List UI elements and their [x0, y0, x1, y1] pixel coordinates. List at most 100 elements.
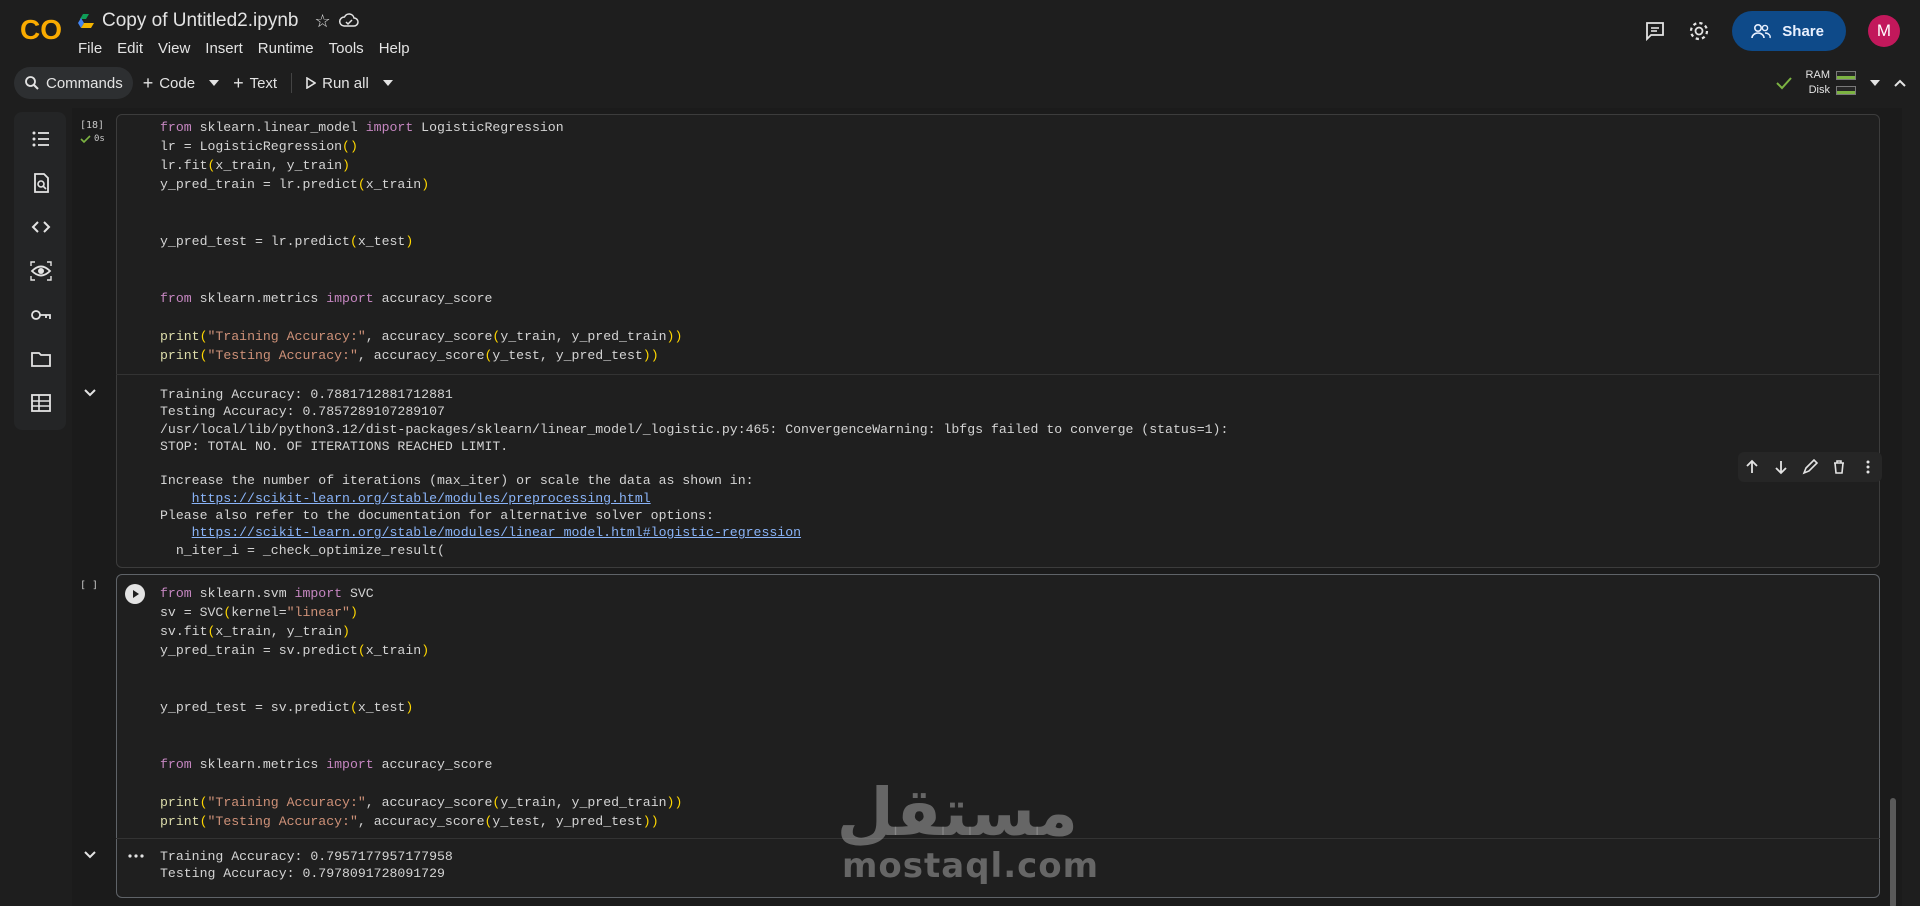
files-folder-icon[interactable]: [30, 348, 52, 370]
notebook-toolbar: Commands + Code + Text Run all RAM Disk: [14, 66, 1906, 100]
output-line: Please also refer to the documentation f…: [160, 508, 714, 524]
notebook-title-bar: Copy of Untitled2.ipynb ☆: [78, 10, 359, 32]
code-line: print("Testing Accuracy:", accuracy_scor…: [160, 814, 659, 829]
menu-edit[interactable]: Edit: [117, 40, 143, 57]
delete-trash-icon[interactable]: [1831, 459, 1847, 475]
share-button[interactable]: Share: [1732, 11, 1846, 51]
output-line: n_iter_i = _check_optimize_result(: [160, 542, 445, 558]
runtime-status: RAM Disk: [1775, 66, 1906, 100]
code-line: y_pred_train = sv.predict(x_train): [160, 643, 430, 658]
text-label: Text: [249, 74, 278, 92]
code-line: lr = LogisticRegression(): [160, 139, 358, 154]
more-vert-icon[interactable]: [1860, 459, 1876, 475]
header-actions: Share M: [1644, 11, 1900, 51]
runtime-dropdown-icon[interactable]: [1870, 80, 1880, 86]
notebook-scrollbar[interactable]: [1890, 798, 1896, 906]
code-line: sv.fit(x_train, y_train): [160, 624, 350, 639]
variables-eye-icon[interactable]: [30, 260, 52, 282]
run-all-label: Run all: [322, 74, 369, 92]
cell-1-output: Training Accuracy: 0.7881712881712881 Te…: [160, 386, 1228, 559]
star-icon[interactable]: ☆: [314, 11, 330, 32]
output-menu-dots-icon[interactable]: [128, 854, 144, 858]
code-dropdown-button[interactable]: [205, 67, 223, 99]
add-code-button[interactable]: + Code: [133, 67, 205, 99]
ram-label: RAM: [1805, 69, 1830, 81]
success-check-icon: [80, 134, 91, 143]
menu-bar: File Edit View Insert Runtime Tools Help: [78, 40, 410, 57]
secrets-key-icon[interactable]: [30, 304, 52, 326]
menu-insert[interactable]: Insert: [205, 40, 243, 57]
execution-count: [18]: [80, 120, 105, 131]
notebook-title[interactable]: Copy of Untitled2.ipynb: [102, 10, 298, 32]
menu-tools[interactable]: Tools: [329, 40, 364, 57]
code-line: sv = SVC(kernel="linear"): [160, 605, 358, 620]
edit-pen-icon[interactable]: [1802, 459, 1818, 475]
output-line: /usr/local/lib/python3.12/dist-packages/…: [160, 421, 1229, 437]
output-line: Training Accuracy: 0.7881712881712881: [160, 387, 453, 402]
commands-label: Commands: [46, 74, 123, 92]
execution-status: 0s: [80, 134, 105, 144]
play-icon: [133, 590, 139, 598]
cell-2-output: Training Accuracy: 0.7957177957177958 Te…: [160, 848, 453, 883]
left-sidebar: [14, 112, 66, 430]
comment-icon[interactable]: [1644, 20, 1666, 42]
table-of-contents-icon[interactable]: [30, 128, 52, 150]
ram-disk-indicator[interactable]: RAM Disk: [1806, 68, 1856, 98]
app-header: CO Copy of Untitled2.ipynb ☆ File Edit V…: [0, 0, 1920, 62]
menu-file[interactable]: File: [78, 40, 102, 57]
code-line: from sklearn.linear_model import Logisti…: [160, 120, 564, 135]
execution-count: [ ]: [80, 580, 99, 591]
mostaql-watermark: مستقل mostaql.com: [836, 774, 1100, 886]
data-table-icon[interactable]: [30, 392, 52, 414]
output-line: Testing Accuracy: 0.7857289107289107: [160, 404, 445, 420]
cloud-icon[interactable]: [338, 13, 359, 29]
menu-view[interactable]: View: [158, 40, 190, 57]
people-icon: [1751, 23, 1772, 39]
code-snippets-icon[interactable]: [30, 216, 52, 238]
avatar[interactable]: M: [1868, 15, 1900, 47]
plus-icon: +: [233, 72, 244, 93]
cell-toolbar: [1738, 452, 1882, 482]
drive-icon: [78, 14, 94, 28]
linear-model-link[interactable]: https://scikit-learn.org/stable/modules/…: [192, 525, 801, 540]
connected-check-icon: [1775, 77, 1792, 90]
caret-down-icon: [382, 80, 393, 86]
watermark-arabic: مستقل: [836, 774, 1078, 851]
menu-runtime[interactable]: Runtime: [258, 40, 314, 57]
move-down-arrow-icon[interactable]: [1773, 459, 1789, 475]
collapse-chevron-up-icon[interactable]: [1894, 79, 1906, 87]
disk-meter: [1836, 86, 1856, 95]
commands-button[interactable]: Commands: [14, 67, 133, 99]
run-all-button[interactable]: Run all: [296, 67, 379, 99]
code-line: y_pred_test = sv.predict(x_test): [160, 700, 414, 715]
output-line: Training Accuracy: 0.7957177957177958: [160, 849, 453, 864]
preprocessing-link[interactable]: https://scikit-learn.org/stable/modules/…: [192, 491, 651, 506]
code-line: print("Testing Accuracy:", accuracy_scor…: [160, 348, 659, 363]
caret-down-icon: [209, 80, 220, 86]
cell-2-source[interactable]: from sklearn.svm import SVC sv = SVC(ker…: [160, 584, 682, 831]
collapse-output-chevron-icon[interactable]: [82, 384, 98, 400]
execution-time: 0s: [94, 134, 105, 144]
run-all-dropdown-button[interactable]: [379, 67, 397, 99]
move-up-arrow-icon[interactable]: [1744, 459, 1760, 475]
search-icon: [25, 76, 39, 90]
ram-meter: [1836, 71, 1856, 80]
code-line: from sklearn.metrics import accuracy_sco…: [160, 757, 493, 772]
share-label: Share: [1782, 22, 1824, 40]
find-replace-icon[interactable]: [30, 172, 52, 194]
collapse-output-chevron-icon[interactable]: [82, 846, 98, 862]
code-line: from sklearn.metrics import accuracy_sco…: [160, 291, 493, 306]
colab-logo-icon[interactable]: CO: [18, 13, 66, 45]
run-cell-button[interactable]: [125, 584, 145, 604]
menu-help[interactable]: Help: [379, 40, 410, 57]
output-line: STOP: TOTAL NO. OF ITERATIONS REACHED LI…: [160, 438, 509, 454]
watermark-latin: mostaql.com: [842, 846, 1100, 886]
toolbar-divider: [291, 73, 293, 93]
code-line: from sklearn.svm import SVC: [160, 586, 374, 601]
add-text-button[interactable]: + Text: [223, 67, 287, 99]
output-line: Testing Accuracy: 0.7978091728091729: [160, 866, 445, 882]
cell-1-source[interactable]: from sklearn.linear_model import Logisti…: [160, 118, 682, 365]
settings-gear-icon[interactable]: [1688, 20, 1710, 42]
output-line: Increase the number of iterations (max_i…: [160, 473, 754, 489]
plus-icon: +: [142, 72, 154, 93]
